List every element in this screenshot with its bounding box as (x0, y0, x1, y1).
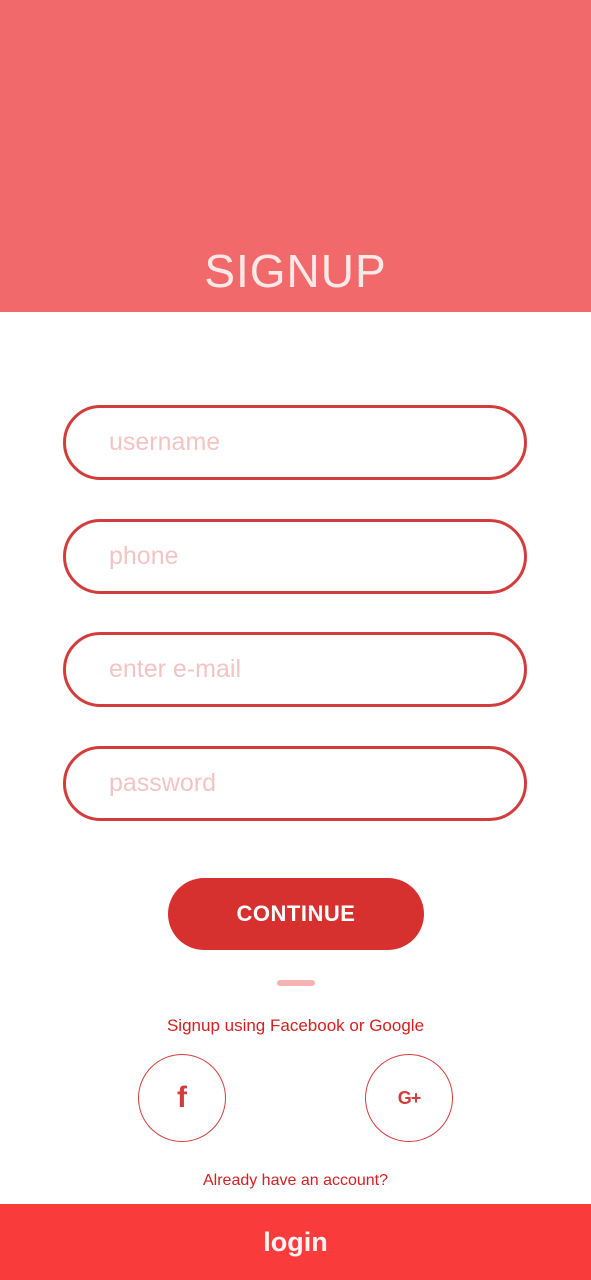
header-banner: SIGNUP (0, 0, 591, 312)
password-input[interactable] (109, 749, 509, 818)
email-input[interactable] (109, 635, 509, 704)
google-plus-icon: G+ (397, 1087, 421, 1108)
username-input[interactable] (109, 408, 509, 477)
password-field[interactable] (63, 746, 527, 821)
email-field[interactable] (63, 632, 527, 707)
continue-button[interactable]: CONTINUE (168, 878, 424, 950)
page-title: SIGNUP (204, 245, 387, 297)
google-button[interactable]: G+ (365, 1054, 453, 1142)
social-signup-text: Signup using Facebook or Google (166, 1016, 425, 1035)
username-field[interactable] (63, 405, 527, 480)
phone-input[interactable] (109, 522, 509, 591)
already-have-account-text: Already have an account? (202, 1172, 388, 1189)
login-label: login (263, 1226, 328, 1257)
login-button[interactable]: login (0, 1204, 591, 1280)
phone-field[interactable] (63, 519, 527, 594)
facebook-button[interactable]: f (138, 1054, 226, 1142)
divider (277, 980, 315, 986)
facebook-icon: f (177, 1081, 187, 1114)
